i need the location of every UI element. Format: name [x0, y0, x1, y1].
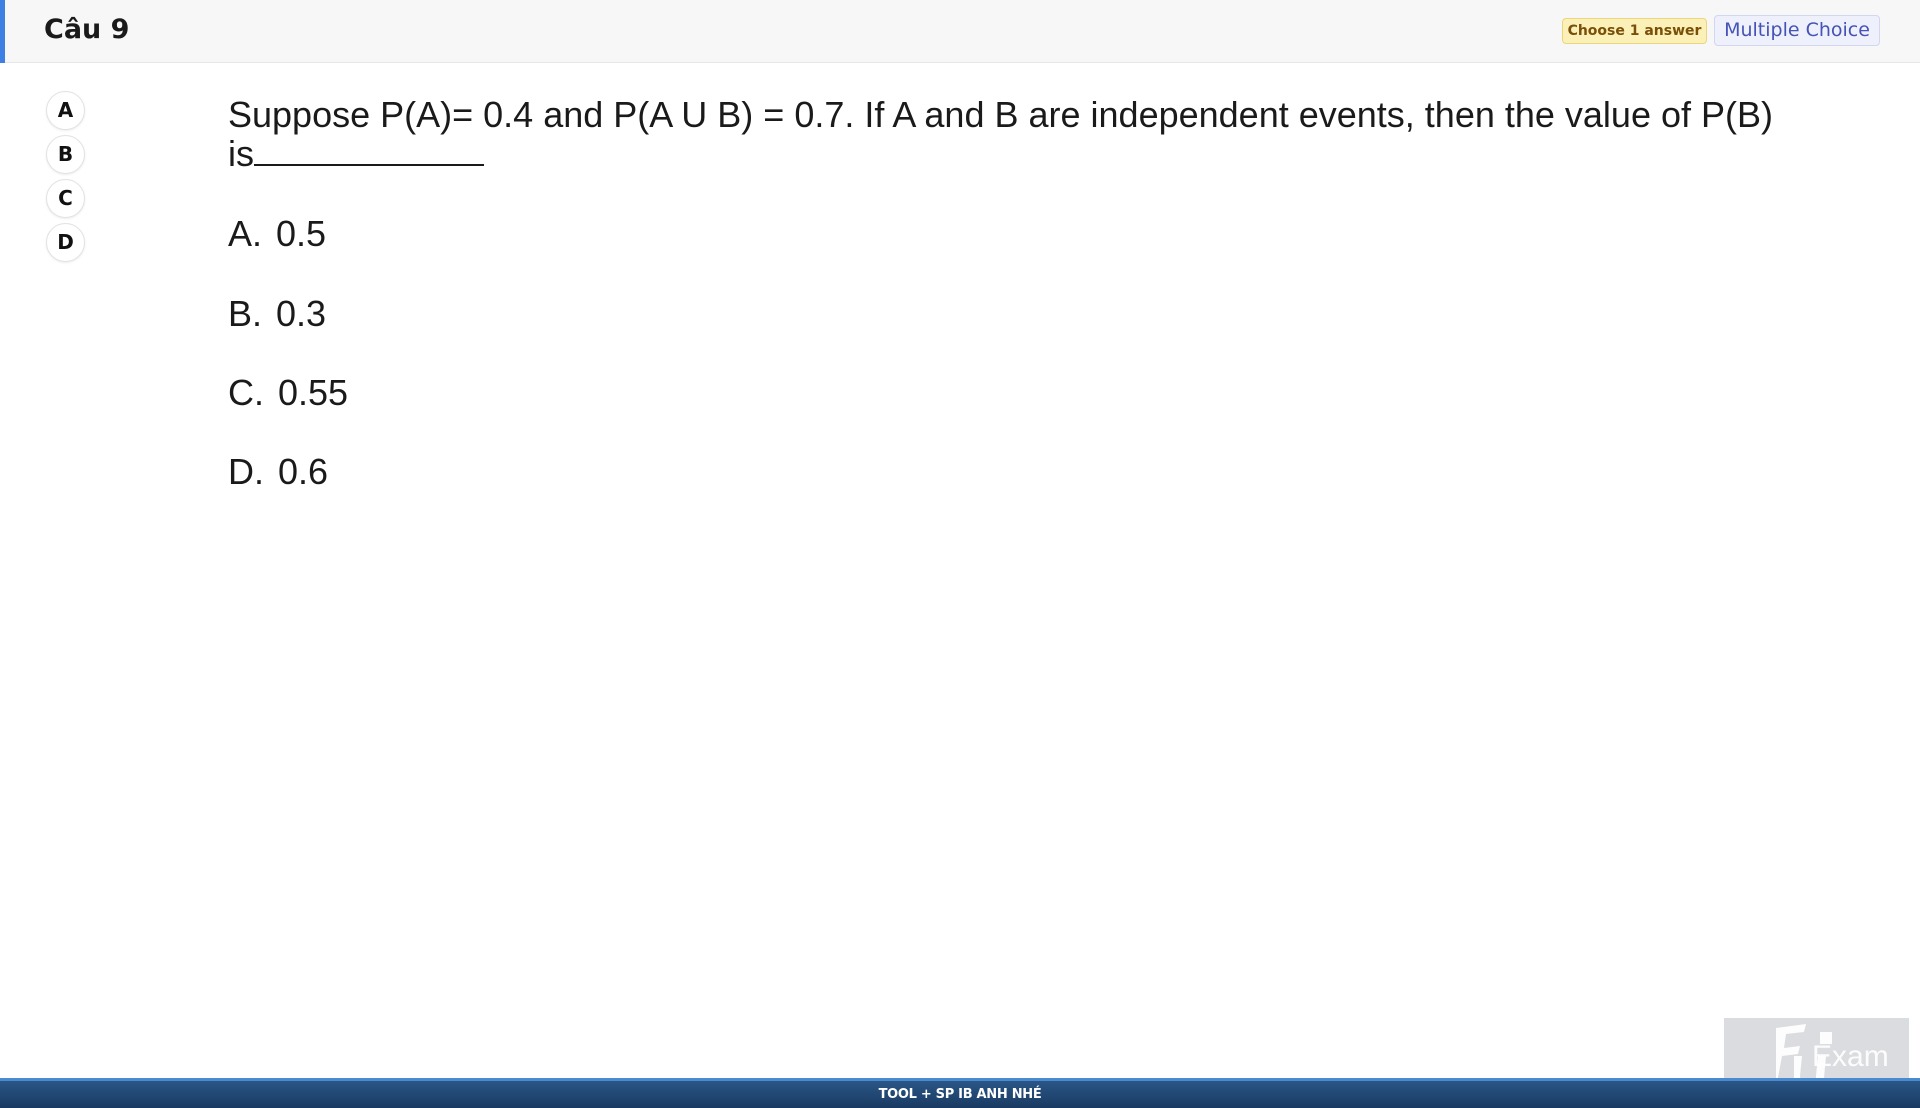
answer-button-c[interactable]: C [46, 179, 85, 218]
question-header: Câu 9 Choose 1 answer Multiple Choice [0, 0, 1920, 63]
answer-button-a[interactable]: A [46, 91, 85, 130]
answer-blank [254, 134, 484, 166]
option-letter: D. [228, 451, 264, 492]
option-d: D. 0.6 [228, 451, 328, 493]
question-type-badge: Multiple Choice [1714, 15, 1880, 46]
option-value: 0.6 [278, 451, 329, 492]
footer-text: TOOL + SP IB ANH NHÉ [878, 1087, 1042, 1102]
option-letter: C. [228, 372, 264, 413]
logo-text: Exam [1812, 1040, 1889, 1073]
option-c: C. 0.55 [228, 372, 348, 414]
answer-button-b[interactable]: B [46, 135, 85, 174]
option-value: 0.55 [278, 372, 349, 413]
choose-answer-badge: Choose 1 answer [1562, 18, 1707, 44]
answer-button-d[interactable]: D [46, 223, 85, 262]
question-title: Câu 9 [44, 14, 130, 45]
question-text: Suppose P(A)= 0.4 and P(A U B) = 0.7. If… [228, 96, 1788, 173]
option-letter: A. [228, 213, 263, 254]
option-letter: B. [228, 293, 263, 334]
option-b: B. 0.3 [228, 293, 326, 335]
option-a: A. 0.5 [228, 213, 326, 255]
footer-bar: TOOL + SP IB ANH NHÉ [0, 1078, 1920, 1108]
header-accent-bar [0, 0, 5, 63]
option-value: 0.3 [276, 293, 327, 334]
option-value: 0.5 [276, 213, 327, 254]
